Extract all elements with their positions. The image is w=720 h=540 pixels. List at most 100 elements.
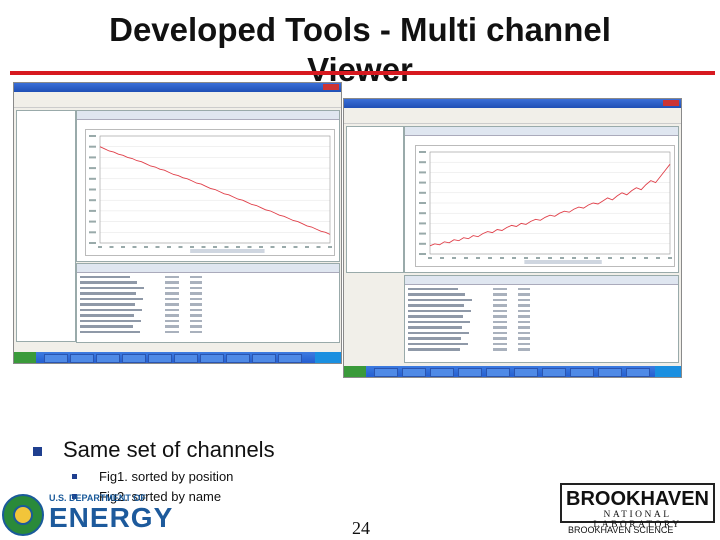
bullet-main: Same set of channels [33, 437, 353, 465]
fig1-window-controls[interactable] [323, 84, 339, 90]
fig2-x-tick [632, 257, 636, 259]
fig2-toolbar[interactable] [344, 115, 681, 124]
doe-seal-icon [2, 494, 44, 536]
fig2-x-tick [584, 257, 588, 259]
fig1-table-row[interactable] [80, 329, 230, 335]
fig2-row-cell [493, 304, 507, 307]
fig1-main-panel [76, 110, 340, 262]
fig1-task-item[interactable] [278, 354, 302, 363]
fig1-task-item[interactable] [174, 354, 198, 363]
fig1-x-tick [224, 246, 229, 248]
fig2-row-cell [408, 320, 470, 323]
fig2-task-item[interactable] [570, 368, 594, 377]
fig2-task-item[interactable] [514, 368, 538, 377]
slide-title: Developed Tools - Multi channel Viewer [0, 10, 720, 90]
fig2-y-tick [419, 171, 426, 174]
fig2-table-panel [404, 275, 679, 363]
fig2-task-item[interactable] [402, 368, 426, 377]
fig2-y-tick [419, 191, 426, 194]
fig1-left-panel [16, 110, 76, 342]
fig2-y-tick [419, 222, 426, 225]
fig2-row-cell [408, 287, 458, 290]
fig1-x-tick [259, 246, 263, 248]
fig2-table-panel-tab[interactable] [405, 276, 678, 285]
fig1-task-item[interactable] [252, 354, 276, 363]
fig1-row-cell [190, 286, 202, 289]
fig2-x-tick [476, 257, 480, 259]
fig2-x-tick [668, 257, 672, 259]
fig1-task-item[interactable] [148, 354, 172, 363]
sub-bullet-1-text: Fig1. sorted by position [99, 469, 234, 484]
fig1-y-tick [89, 220, 96, 223]
fig1-row-cell [165, 281, 179, 284]
fig2-x-tick [572, 257, 576, 259]
fig2-row-cell [408, 304, 464, 307]
fig2-y-tick [419, 161, 426, 164]
fig2-y-tick [419, 212, 426, 215]
fig1-task-item[interactable] [226, 354, 250, 363]
fig1-toolbar[interactable] [14, 99, 341, 108]
fig1-task-item[interactable] [200, 354, 224, 363]
fig1-task-item[interactable] [44, 354, 68, 363]
fig1-task-item[interactable] [122, 354, 146, 363]
fig1-y-tick [89, 135, 96, 137]
fig1-x-tick [121, 246, 125, 248]
fig2-legend [524, 260, 602, 264]
fig1-x-tick [109, 246, 114, 248]
fig2-row-cell [493, 287, 507, 290]
fig1-table-panel-tab[interactable] [77, 264, 339, 273]
fig2-menubar[interactable] [344, 108, 681, 115]
fig2-y-tick [419, 202, 426, 204]
fig1-row-cell [190, 297, 202, 300]
fig2-plot-svg [419, 151, 672, 264]
fig2-task-item[interactable] [598, 368, 622, 377]
fig2-row-cell [518, 304, 530, 307]
fig2-task-item[interactable] [542, 368, 566, 377]
fig2-start-button[interactable] [344, 366, 366, 377]
fig2-row-cell [408, 337, 461, 340]
fig1-system-tray [315, 352, 341, 363]
fig1-menubar[interactable] [14, 92, 341, 99]
fig2-task-item[interactable] [626, 368, 650, 377]
fig2-x-tick [548, 257, 552, 259]
fig1-row-cell [190, 319, 202, 322]
fig1-main-panel-tab[interactable] [77, 111, 339, 120]
fig2-task-item[interactable] [458, 368, 482, 377]
screenshot-fig2 [343, 98, 682, 378]
fig2-task-item[interactable] [486, 368, 510, 377]
fig1-y-tick [89, 177, 96, 180]
fig1-row-cell [190, 314, 202, 317]
fig2-row-cell [408, 342, 468, 345]
fig1-row-cell [190, 308, 202, 311]
fig2-task-item[interactable] [374, 368, 398, 377]
fig1-x-tick [247, 246, 252, 248]
fig2-row-cell [518, 348, 530, 351]
fig1-y-tick [89, 145, 96, 148]
fig1-row-cell [80, 319, 141, 322]
fig1-row-cell [190, 281, 202, 284]
fig1-x-tick [213, 246, 217, 248]
fig1-task-item[interactable] [96, 354, 120, 363]
fig2-row-cell [408, 315, 463, 318]
fig1-row-cell [80, 292, 136, 295]
fig1-x-tick [144, 246, 148, 248]
fig1-window-titlebar [14, 83, 341, 92]
fig1-table-panel [76, 263, 340, 343]
fig2-table-row[interactable] [408, 347, 568, 353]
fig1-x-tick [190, 246, 194, 248]
fig1-y-tick [89, 156, 96, 159]
fig1-start-button[interactable] [14, 352, 36, 363]
fig2-row-cell [493, 298, 507, 301]
fig2-main-panel-tab[interactable] [405, 127, 678, 136]
fig2-window-controls[interactable] [663, 100, 679, 106]
fig2-task-item[interactable] [430, 368, 454, 377]
fig2-row-cell [493, 342, 507, 345]
fig1-plot-area [85, 129, 335, 256]
fig2-row-cell [518, 326, 530, 329]
fig1-task-item[interactable] [70, 354, 94, 363]
title-underline [10, 71, 715, 75]
fig1-row-cell [80, 286, 144, 289]
fig1-y-tick [89, 231, 96, 234]
fig1-x-tick [201, 246, 206, 248]
bnl-logo-name: BROOKHAVEN [566, 488, 709, 510]
